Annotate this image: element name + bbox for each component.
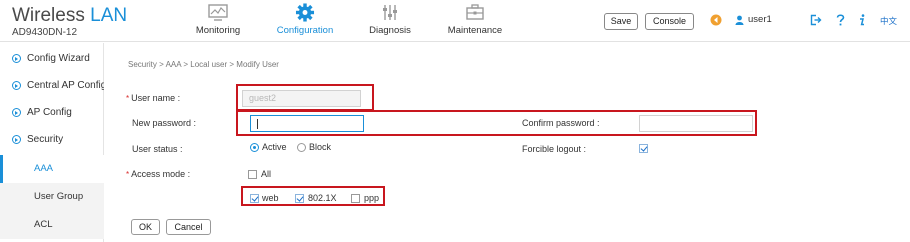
user-status-label: User status : [132,144,183,154]
user-name-label: * User name : [126,93,181,103]
nav-monitoring[interactable]: Monitoring [178,3,258,36]
nav-diagnosis[interactable]: Diagnosis [350,3,430,36]
required-mark: * [126,170,130,179]
status-block-label[interactable]: Block [309,142,331,152]
sidebar-item-label: AP Config [27,107,72,118]
user-icon [735,15,744,25]
brand: Wireless LAN AD9430DN-12 [12,6,127,39]
sidebar-item-central-ap-config[interactable]: Central AP Config [0,74,104,101]
app-title: Wireless LAN [12,6,127,26]
expand-arrow-icon [12,108,21,117]
nav-configuration-label: Configuration [276,25,334,36]
expand-arrow-icon [12,81,21,90]
save-button[interactable]: Save [604,13,638,30]
cancel-button[interactable]: Cancel [166,219,211,235]
language-switch[interactable]: 中文 [880,15,897,27]
sidebar-subitem-user-group[interactable]: User Group [0,183,104,211]
top-header: Wireless LAN AD9430DN-12 Monitoring Conf… [0,0,910,42]
toolbox-icon [466,4,484,20]
device-model: AD9430DN-12 [12,27,78,38]
new-password-label: New password : [132,118,197,128]
access-mode-label: * Access mode : [126,169,191,179]
breadcrumb: Security > AAA > Local user > Modify Use… [128,60,279,69]
status-active-radio[interactable] [250,143,259,152]
sidebar-subitem-label: AAA [34,163,54,174]
highlight-box [241,186,385,206]
console-button[interactable]: Console [645,13,694,30]
sidebar-item-label: Security [27,134,64,145]
current-user[interactable]: user1 [735,14,772,25]
nav-monitoring-label: Monitoring [195,25,241,36]
status-block-radio[interactable] [297,143,306,152]
nav-diagnosis-label: Diagnosis [369,25,411,36]
sidebar-item-label: Config Wizard [27,53,90,64]
ok-button[interactable]: OK [131,219,160,235]
app-title-main: Wireless [12,5,85,26]
status-active-label[interactable]: Active [262,142,287,152]
user-name: user1 [748,14,772,25]
monitor-icon [208,4,228,21]
logout-icon[interactable] [810,13,822,27]
sidebar: Config Wizard Central AP Config AP Confi… [0,43,104,242]
sidebar-subitem-label: ACL [34,219,53,230]
required-mark: * [126,94,130,103]
info-icon[interactable] [858,13,866,27]
access-all-label[interactable]: All [261,169,271,179]
alarm-icon[interactable] [710,13,722,27]
highlight-box [236,84,374,111]
sidebar-item-ap-config[interactable]: AP Config [0,101,104,128]
sliders-icon [383,5,397,20]
help-icon[interactable] [836,13,845,27]
nav-maintenance-label: Maintenance [447,25,503,36]
app-title-accent: LAN [90,5,128,26]
sidebar-item-label: Central AP Config [27,80,104,91]
sidebar-subitem-acl[interactable]: ACL [0,211,104,239]
sidebar-subitem-label: User Group [34,191,84,202]
nav-configuration[interactable]: Configuration [265,3,345,36]
expand-arrow-icon [12,135,21,144]
sidebar-subitem-aaa[interactable]: AAA [0,155,104,183]
nav-maintenance[interactable]: Maintenance [435,3,515,36]
expand-arrow-icon [12,54,21,63]
access-all-checkbox[interactable] [248,170,257,179]
main-content: Security > AAA > Local user > Modify Use… [105,43,910,242]
forcible-logout-checkbox[interactable] [639,144,648,153]
gear-icon [295,3,315,22]
sidebar-item-config-wizard[interactable]: Config Wizard [0,47,104,74]
sidebar-item-security[interactable]: Security [0,128,104,155]
highlight-box [236,110,757,136]
forcible-logout-label: Forcible logout : [522,144,587,154]
